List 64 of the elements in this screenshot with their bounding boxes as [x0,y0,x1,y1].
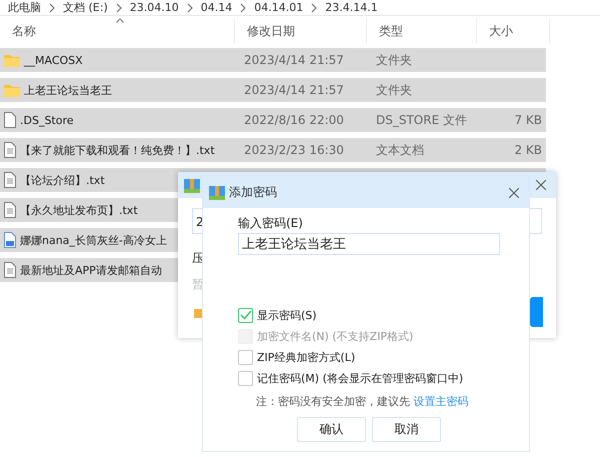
text-file-icon [4,202,16,218]
breadcrumb-item[interactable]: 23.4.14.1 [325,1,378,14]
field-label: 输入密码(E) [238,215,303,232]
chevron-icon [116,2,122,12]
checkbox-label: ZIP经典加密方式(L) [257,350,356,364]
hint-text: 暂 [192,276,204,293]
file-name: 【论坛介绍】.txt [20,172,105,188]
checkbox-label: 加密文件名(N) (不支持ZIP格式) [257,328,414,344]
chevron-icon [186,2,193,12]
file-name: 【永久地址发布页】.txt [20,202,138,218]
column-header[interactable]: 名称 [12,22,36,40]
file-date: 2023/4/14 21:57 [244,83,345,97]
file-name: 最新地址及APP请发邮箱自动 [20,262,162,278]
file-type: 文件夹 [376,82,413,98]
password-field[interactable]: 上老王论坛当老王 [238,233,500,255]
breadcrumb-item[interactable]: 04.14.01 [254,1,304,14]
dialog-button[interactable]: 确认 [297,417,366,442]
file-date: 2023/4/14 21:57 [244,53,345,67]
file-name: 上老王论坛当老王 [24,82,112,98]
folder-icon [4,84,20,96]
text-file-icon [4,142,16,158]
text-file-icon [4,262,16,278]
text-file-icon [4,172,16,188]
archive-icon [209,184,225,200]
archive-icon [184,177,200,193]
button[interactable] [530,297,543,327]
file-type: DS_STORE 文件 [376,112,468,128]
close-icon[interactable] [509,188,519,198]
file-icon [4,112,16,128]
column-header[interactable]: 修改日期 [247,22,295,40]
dialog-title: 添加密码 [229,184,277,200]
checkbox-label: 显示密码(S) [257,308,317,322]
column-header[interactable]: 大小 [489,22,513,40]
breadcrumb-item[interactable]: 23.04.10 [130,1,179,14]
close-icon[interactable] [536,180,546,190]
file-type: 文本文档 [376,142,425,158]
checkbox-label: 记住密码(M) (将会显示在管理密码窗口中) [257,370,464,386]
chevron-icon [49,2,55,12]
file-date: 2022/8/16 22:00 [244,113,345,127]
file-size: 7 KB [513,113,542,127]
file-row[interactable]: __MACOSX 2023/4/14 21:57 文件夹 [0,48,546,72]
checkbox[interactable] [238,308,253,322]
breadcrumb-item[interactable]: 04.14 [200,1,232,14]
file-row[interactable]: 【来了就能下载和观看！纯免费！】.txt 2023/2/23 16:30 文本文档 2 KB [0,138,546,162]
file-type: 文件夹 [376,52,413,68]
dialog-button[interactable]: 取消 [372,417,441,442]
column-header[interactable]: 类型 [379,22,403,40]
file-name: __MACOSX [24,54,83,66]
checkbox[interactable] [238,350,253,364]
chevron-icon [240,2,246,12]
note-text: 注：密码没有安全加密，建议先 设置主密码 [256,394,468,409]
image-file-icon [4,232,16,248]
folder-icon [4,54,20,66]
breadcrumb-item[interactable]: 文档 (E:) [63,0,108,15]
file-size: 2 KB [513,143,542,157]
file-name: 【来了就能下载和观看！纯免费！】.txt [20,142,215,158]
breadcrumb-item[interactable]: 此电脑 [8,0,41,15]
checkbox[interactable] [238,370,253,386]
file-name: 娜娜nana_长筒灰丝-高冷女上 [20,232,167,248]
file-row[interactable]: 上老王论坛当老王 2023/4/14 21:57 文件夹 [0,78,546,102]
file-date: 2023/2/23 16:30 [244,143,345,157]
file-row[interactable]: .DS_Store 2022/8/16 22:00 DS_STORE 文件 7 KB [0,108,546,132]
file-name: .DS_Store [20,114,74,126]
chevron-icon [311,2,318,12]
